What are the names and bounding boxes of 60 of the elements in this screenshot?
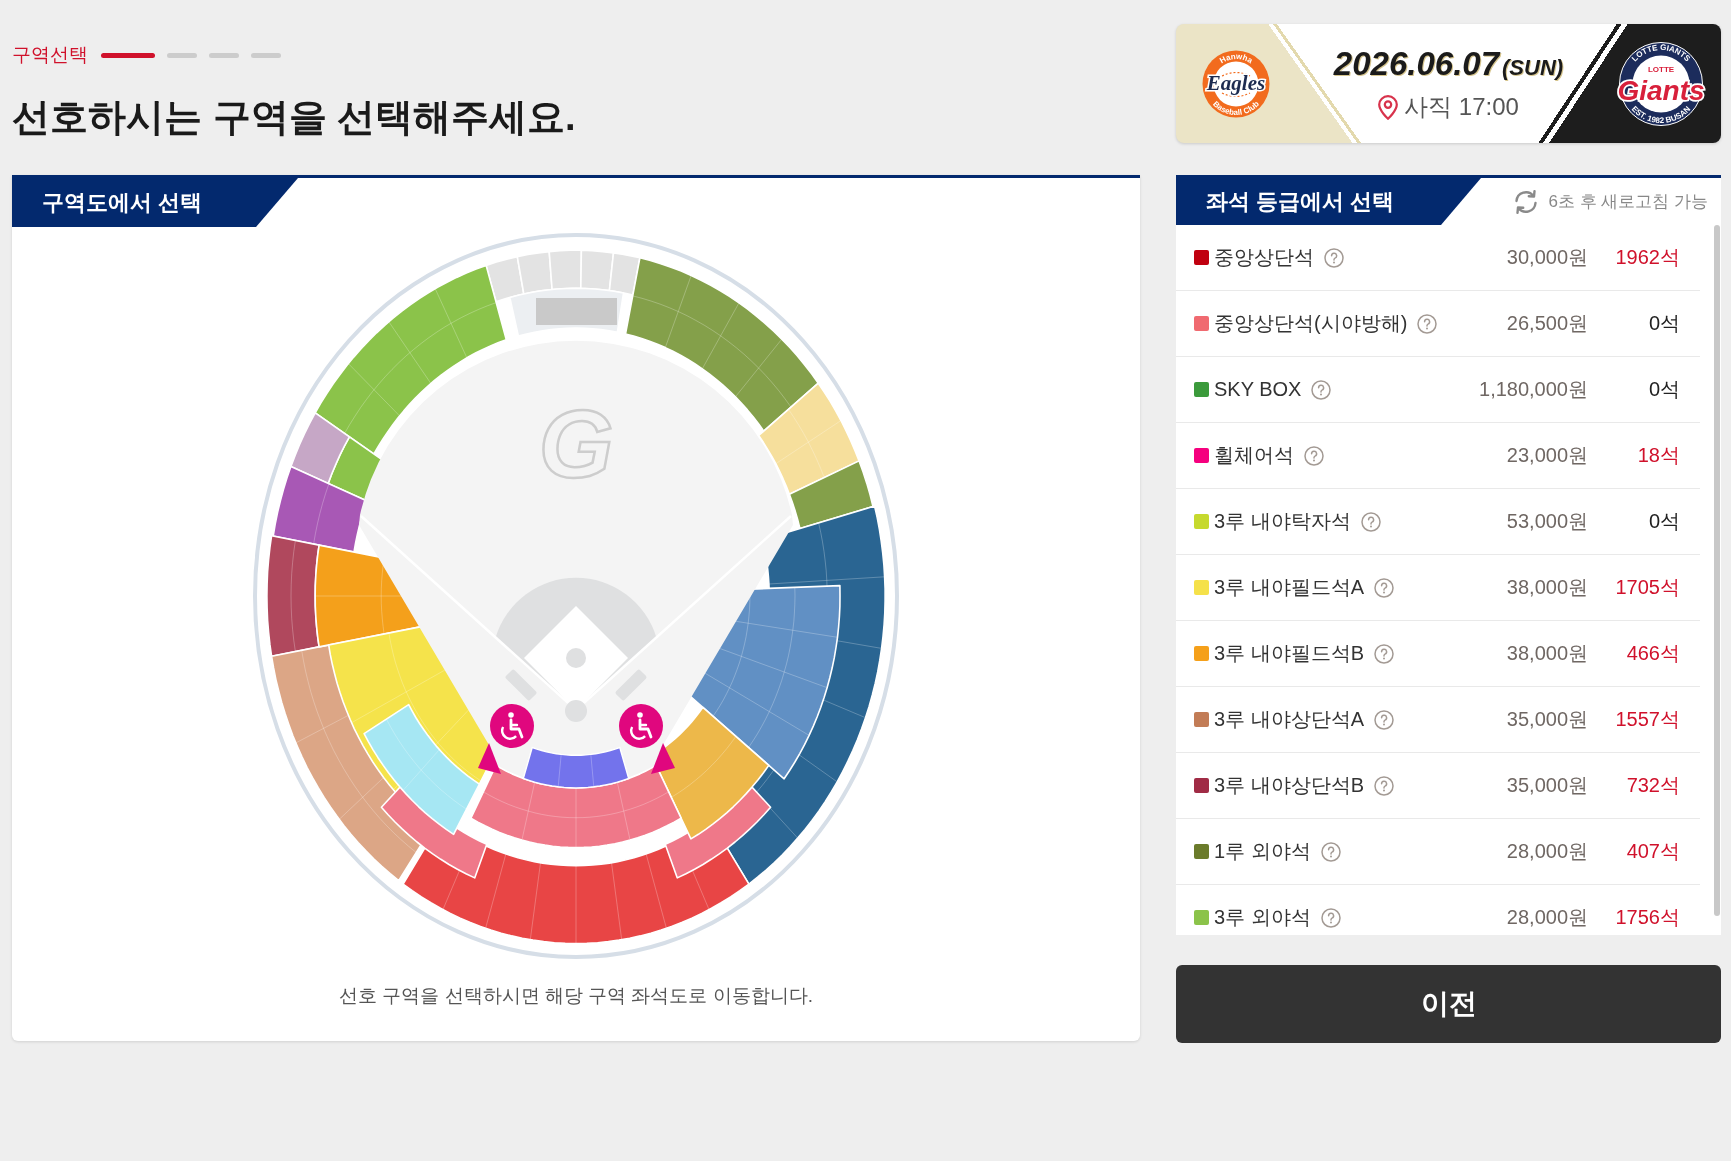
grade-name[interactable]: 3루 내야탁자석: [1214, 508, 1351, 535]
grade-name[interactable]: 휠체어석: [1214, 442, 1294, 469]
grade-name[interactable]: 3루 내야필드석A: [1214, 574, 1365, 601]
grade-price: 38,000원: [1506, 641, 1588, 666]
remaining-seats: 0석: [1588, 508, 1680, 535]
wheelchair-icon[interactable]: [489, 704, 534, 748]
remaining-seats: 1557석: [1588, 706, 1680, 733]
grade-name[interactable]: SKY BOX: [1214, 378, 1302, 401]
help-icon[interactable]: [1311, 379, 1332, 400]
grade-price: 28,000원: [1506, 905, 1588, 930]
remaining-seats: 732석: [1588, 772, 1680, 799]
grade-name[interactable]: 중앙상단석: [1214, 244, 1314, 271]
grade-price: 35,000원: [1506, 773, 1588, 798]
logo-ring-text: Hanwha: [1218, 51, 1254, 65]
help-icon[interactable]: [1374, 709, 1395, 730]
remaining-seats: 0석: [1588, 376, 1680, 403]
grade-price: 1,180,000원: [1479, 377, 1588, 402]
help-icon[interactable]: [1320, 841, 1341, 862]
remaining-seats: 466석: [1588, 640, 1680, 667]
remaining-seats: 1756석: [1588, 904, 1680, 931]
grade-name[interactable]: 중앙상단석(시야방해): [1214, 310, 1408, 337]
location-pin-icon: [1378, 94, 1399, 120]
grade-name[interactable]: 3루 내야상단석A: [1214, 706, 1365, 733]
help-icon[interactable]: [1417, 313, 1438, 334]
remaining-seats: 0석: [1588, 310, 1680, 337]
match-weekday: (SUN): [1502, 54, 1564, 82]
grade-price: 26,500원: [1506, 311, 1588, 336]
help-icon[interactable]: [1324, 247, 1344, 268]
scrollbar-thumb[interactable]: [1714, 225, 1720, 916]
remaining-seats: 1705석: [1588, 574, 1680, 601]
page-title: 선호하시는 구역을 선택해주세요.: [12, 95, 576, 140]
grade-name[interactable]: 1루 외야석: [1214, 838, 1311, 865]
remaining-seats: 407석: [1588, 838, 1680, 865]
step-label: 구역선택: [12, 43, 88, 67]
help-icon[interactable]: [1374, 643, 1395, 664]
grade-price: 23,000원: [1506, 443, 1588, 468]
grade-price: 28,000원: [1506, 839, 1588, 864]
panel-title: 구역도에서 선택: [12, 178, 298, 227]
refresh-note: 6초 후 새로고침 가능: [1548, 191, 1708, 213]
logo-badge-text: LOTTE: [1647, 64, 1675, 74]
grade-name[interactable]: 3루 내야필드석B: [1214, 640, 1365, 667]
help-icon[interactable]: [1374, 577, 1395, 598]
help-icon[interactable]: [1320, 907, 1341, 928]
match-date: 2026.06.07: [1333, 46, 1500, 82]
grade-price: 53,000원: [1506, 509, 1588, 534]
help-icon[interactable]: [1360, 511, 1381, 532]
map-instruction: 선호 구역을 선택하시면 해당 구역 좌석도로 이동합니다.: [339, 984, 813, 1008]
remaining-seats: 18석: [1588, 442, 1680, 469]
help-icon[interactable]: [1374, 775, 1395, 796]
grade-name[interactable]: 3루 외야석: [1214, 904, 1311, 931]
grade-name[interactable]: 3루 내야상단석B: [1214, 772, 1365, 799]
prev-button[interactable]: 이전: [1176, 965, 1721, 1043]
grade-price: 38,000원: [1506, 575, 1588, 600]
grade-price: 35,000원: [1506, 707, 1588, 732]
grade-price: 30,000원: [1506, 245, 1588, 270]
panel-title: 좌석 등급에서 선택: [1176, 178, 1481, 225]
remaining-seats: 1962석: [1588, 244, 1680, 271]
venue-time: 사직 17:00: [1404, 93, 1519, 121]
help-icon[interactable]: [1304, 445, 1324, 466]
wheelchair-icon[interactable]: [618, 704, 663, 748]
